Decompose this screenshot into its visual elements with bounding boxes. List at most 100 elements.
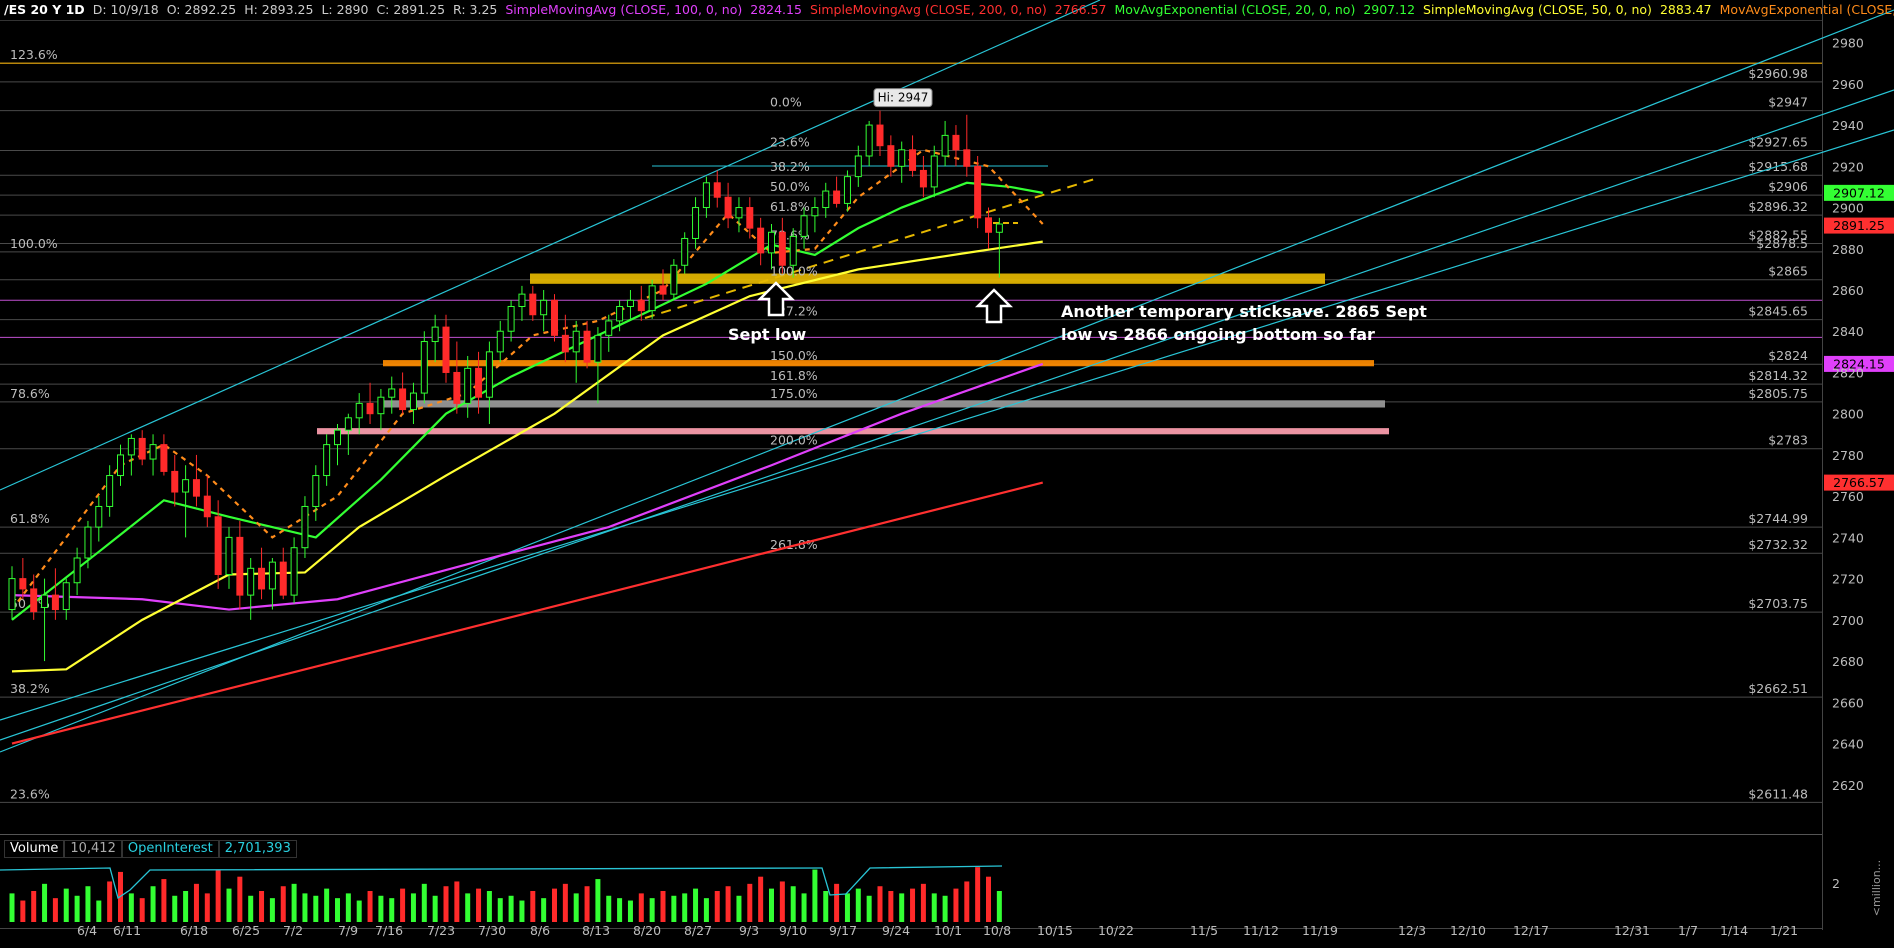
volume-bar — [953, 888, 959, 922]
volume-bar — [31, 891, 37, 922]
volume-bar — [541, 898, 547, 922]
volume-bar — [96, 900, 102, 922]
x-axis-tick: 1/21 — [1770, 923, 1798, 938]
study-ema8-label[interactable]: MovAvgExponential (CLOSE, 8, 0, no) — [1720, 0, 1894, 20]
study-sma50-label[interactable]: SimpleMovingAvg (CLOSE, 50, 0, no) — [1423, 0, 1652, 20]
x-axis-tick: 1/14 — [1720, 923, 1748, 938]
volume-bar — [335, 898, 340, 922]
study-sma100-value: 2824.15 — [750, 2, 802, 17]
volume-label[interactable]: Volume — [4, 840, 65, 858]
volume-bar — [356, 900, 362, 922]
price-chart[interactable]: $2960.98$2947$2927.65$2915.68$2906$2896.… — [0, 0, 1894, 948]
note-annotation-line-1: Another temporary sticksave. 2865 Sept — [1061, 302, 1427, 321]
price-level-label: $2824 — [1768, 348, 1808, 363]
price-level-label: $2611.48 — [1748, 786, 1808, 801]
candle-body — [323, 444, 331, 477]
x-axis-tick: 8/20 — [633, 923, 661, 938]
candle-body — [279, 561, 287, 596]
hi-label: Hi: 2947 — [878, 91, 929, 105]
y-axis-tick: 2780 — [1832, 448, 1864, 463]
candle-body — [963, 149, 971, 167]
candle-body — [182, 479, 190, 493]
volume-bar — [421, 883, 427, 922]
x-axis-tick: 12/31 — [1614, 923, 1650, 938]
volume-bar — [595, 879, 601, 922]
study-ema20-label[interactable]: MovAvgExponential (CLOSE, 20, 0, no) — [1115, 0, 1356, 20]
volume-header: Volume 10,412 OpenInterest 2,701,393 — [4, 840, 297, 858]
volume-bar — [931, 893, 937, 922]
price-level-label: $2662.51 — [1748, 681, 1808, 696]
volume-bar — [552, 888, 557, 922]
candle-body — [876, 124, 884, 147]
price-level-label: $2744.99 — [1748, 511, 1808, 526]
candle-body — [681, 237, 689, 266]
candle-body — [854, 155, 862, 178]
fib-left-label: 100.0% — [10, 236, 58, 251]
candle-body — [420, 341, 428, 394]
candle-body — [258, 567, 266, 590]
candle-body — [616, 305, 624, 322]
price-value-tag-label: 2766.57 — [1833, 475, 1885, 490]
volume-bar — [410, 893, 416, 922]
note-annotation-line-2: low vs 2866 ongoing bottom so far — [1061, 325, 1375, 344]
y-axis-tick: 2920 — [1832, 159, 1864, 174]
candle-body — [746, 207, 754, 229]
volume-bar — [324, 888, 330, 922]
volume-unit-label: <million... — [1870, 860, 1883, 916]
study-sma200-value: 2766.57 — [1054, 2, 1107, 17]
x-axis-tick: 1/7 — [1678, 923, 1698, 938]
candle-body — [561, 334, 569, 353]
fib-right-label: 200.0% — [770, 433, 818, 448]
x-axis-tick: 9/3 — [739, 923, 759, 938]
candle-body — [236, 536, 244, 596]
volume-bar — [432, 895, 438, 922]
symbol-label[interactable]: /ES 20 Y 1D — [4, 0, 85, 20]
volume-bar — [801, 893, 807, 922]
fib-right-label: 0.0% — [770, 95, 802, 110]
candle-body — [887, 145, 895, 167]
candle-body — [941, 134, 949, 157]
volume-bar — [497, 898, 503, 922]
x-axis-tick: 7/2 — [283, 923, 303, 938]
candle-body — [95, 505, 103, 528]
sept-low-annotation: Sept low — [728, 325, 807, 344]
volume-bar — [74, 895, 80, 922]
fib-left-label: 23.6% — [10, 786, 50, 801]
x-axis-tick: 7/30 — [478, 923, 506, 938]
y-axis-tick: 2800 — [1832, 407, 1864, 422]
candle-body — [551, 299, 558, 336]
volume-bar — [682, 893, 688, 922]
volume-bar — [183, 891, 189, 922]
price-level-label: $2814.32 — [1748, 368, 1808, 383]
candle-body — [702, 182, 710, 209]
price-level-label: $2845.65 — [1748, 304, 1808, 319]
volume-bar — [714, 891, 720, 922]
volume-bar — [486, 891, 492, 922]
volume-bar — [920, 883, 926, 922]
volume-bar — [910, 888, 916, 922]
candle-body — [62, 582, 70, 611]
study-sma100-label[interactable]: SimpleMovingAvg (CLOSE, 100, 0, no) — [505, 0, 742, 20]
candle-body — [898, 149, 906, 167]
candle-body — [757, 227, 765, 254]
study-sma200-label[interactable]: SimpleMovingAvg (CLOSE, 200, 0, no) — [810, 0, 1047, 20]
candle-body — [659, 285, 667, 295]
candle-body — [692, 207, 700, 239]
volume-bar — [725, 886, 731, 922]
volume-bar — [400, 888, 406, 922]
candle-body — [344, 417, 352, 431]
y-axis-tick: 2640 — [1832, 737, 1864, 752]
candle-body — [453, 371, 461, 404]
volume-bar — [812, 869, 818, 922]
candle-body — [127, 437, 135, 456]
candle-body — [301, 505, 309, 549]
open-interest-label[interactable]: OpenInterest — [121, 840, 219, 858]
volume-bar — [302, 893, 308, 922]
volume-bar — [128, 893, 134, 922]
high-label: H: 2893.25 — [244, 2, 314, 17]
volume-bar — [693, 888, 699, 922]
price-level-label: $2703.75 — [1748, 596, 1808, 611]
x-axis-tick: 11/5 — [1190, 923, 1218, 938]
candle-body — [822, 190, 830, 209]
volume-bar — [248, 895, 254, 922]
